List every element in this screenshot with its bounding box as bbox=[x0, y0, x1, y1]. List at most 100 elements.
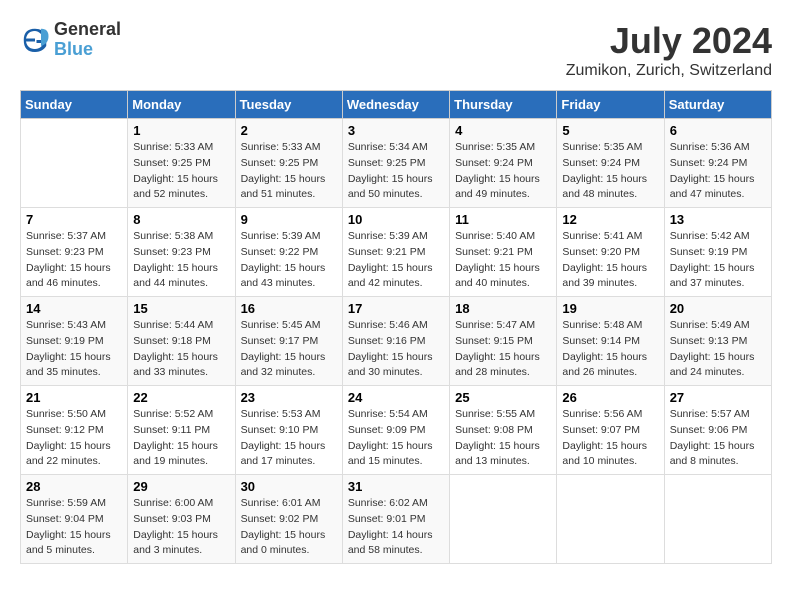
weekday-header: Friday bbox=[557, 91, 664, 119]
day-number: 31 bbox=[348, 479, 444, 494]
day-number: 19 bbox=[562, 301, 658, 316]
day-info: Sunrise: 5:40 AMSunset: 9:21 PMDaylight:… bbox=[455, 230, 540, 289]
day-number: 25 bbox=[455, 390, 551, 405]
day-info: Sunrise: 5:39 AMSunset: 9:22 PMDaylight:… bbox=[241, 230, 326, 289]
day-info: Sunrise: 5:36 AMSunset: 9:24 PMDaylight:… bbox=[670, 141, 755, 200]
calendar-week-row: 14 Sunrise: 5:43 AMSunset: 9:19 PMDaylig… bbox=[21, 297, 772, 386]
calendar-cell: 22 Sunrise: 5:52 AMSunset: 9:11 PMDaylig… bbox=[128, 386, 235, 475]
location: Zumikon, Zurich, Switzerland bbox=[566, 62, 772, 80]
calendar-cell: 20 Sunrise: 5:49 AMSunset: 9:13 PMDaylig… bbox=[664, 297, 771, 386]
calendar-cell bbox=[664, 475, 771, 564]
day-info: Sunrise: 6:00 AMSunset: 9:03 PMDaylight:… bbox=[133, 497, 218, 556]
calendar-cell bbox=[450, 475, 557, 564]
calendar-cell: 11 Sunrise: 5:40 AMSunset: 9:21 PMDaylig… bbox=[450, 208, 557, 297]
day-number: 22 bbox=[133, 390, 229, 405]
day-number: 12 bbox=[562, 212, 658, 227]
day-info: Sunrise: 5:59 AMSunset: 9:04 PMDaylight:… bbox=[26, 497, 111, 556]
calendar-cell: 15 Sunrise: 5:44 AMSunset: 9:18 PMDaylig… bbox=[128, 297, 235, 386]
day-info: Sunrise: 6:01 AMSunset: 9:02 PMDaylight:… bbox=[241, 497, 326, 556]
day-number: 11 bbox=[455, 212, 551, 227]
calendar-cell: 16 Sunrise: 5:45 AMSunset: 9:17 PMDaylig… bbox=[235, 297, 342, 386]
day-info: Sunrise: 6:02 AMSunset: 9:01 PMDaylight:… bbox=[348, 497, 433, 556]
day-info: Sunrise: 5:42 AMSunset: 9:19 PMDaylight:… bbox=[670, 230, 755, 289]
logo-icon bbox=[20, 25, 50, 55]
day-number: 2 bbox=[241, 123, 337, 138]
calendar-cell: 8 Sunrise: 5:38 AMSunset: 9:23 PMDayligh… bbox=[128, 208, 235, 297]
calendar-cell: 18 Sunrise: 5:47 AMSunset: 9:15 PMDaylig… bbox=[450, 297, 557, 386]
day-info: Sunrise: 5:57 AMSunset: 9:06 PMDaylight:… bbox=[670, 408, 755, 467]
calendar-cell: 31 Sunrise: 6:02 AMSunset: 9:01 PMDaylig… bbox=[342, 475, 449, 564]
calendar-cell: 4 Sunrise: 5:35 AMSunset: 9:24 PMDayligh… bbox=[450, 119, 557, 208]
header-row: SundayMondayTuesdayWednesdayThursdayFrid… bbox=[21, 91, 772, 119]
calendar-cell: 2 Sunrise: 5:33 AMSunset: 9:25 PMDayligh… bbox=[235, 119, 342, 208]
calendar-cell: 1 Sunrise: 5:33 AMSunset: 9:25 PMDayligh… bbox=[128, 119, 235, 208]
calendar-cell: 29 Sunrise: 6:00 AMSunset: 9:03 PMDaylig… bbox=[128, 475, 235, 564]
title-block: July 2024 Zumikon, Zurich, Switzerland bbox=[566, 20, 772, 80]
day-info: Sunrise: 5:41 AMSunset: 9:20 PMDaylight:… bbox=[562, 230, 647, 289]
day-number: 8 bbox=[133, 212, 229, 227]
calendar-week-row: 21 Sunrise: 5:50 AMSunset: 9:12 PMDaylig… bbox=[21, 386, 772, 475]
day-number: 18 bbox=[455, 301, 551, 316]
day-info: Sunrise: 5:33 AMSunset: 9:25 PMDaylight:… bbox=[241, 141, 326, 200]
day-number: 14 bbox=[26, 301, 122, 316]
calendar-cell: 30 Sunrise: 6:01 AMSunset: 9:02 PMDaylig… bbox=[235, 475, 342, 564]
day-number: 30 bbox=[241, 479, 337, 494]
calendar-table: SundayMondayTuesdayWednesdayThursdayFrid… bbox=[20, 90, 772, 564]
day-info: Sunrise: 5:46 AMSunset: 9:16 PMDaylight:… bbox=[348, 319, 433, 378]
calendar-week-row: 7 Sunrise: 5:37 AMSunset: 9:23 PMDayligh… bbox=[21, 208, 772, 297]
weekday-header: Tuesday bbox=[235, 91, 342, 119]
day-number: 5 bbox=[562, 123, 658, 138]
logo-text: General Blue bbox=[54, 20, 121, 60]
day-number: 21 bbox=[26, 390, 122, 405]
calendar-cell: 24 Sunrise: 5:54 AMSunset: 9:09 PMDaylig… bbox=[342, 386, 449, 475]
calendar-cell: 26 Sunrise: 5:56 AMSunset: 9:07 PMDaylig… bbox=[557, 386, 664, 475]
calendar-cell: 25 Sunrise: 5:55 AMSunset: 9:08 PMDaylig… bbox=[450, 386, 557, 475]
day-info: Sunrise: 5:34 AMSunset: 9:25 PMDaylight:… bbox=[348, 141, 433, 200]
weekday-header: Monday bbox=[128, 91, 235, 119]
day-number: 1 bbox=[133, 123, 229, 138]
weekday-header: Thursday bbox=[450, 91, 557, 119]
day-number: 4 bbox=[455, 123, 551, 138]
day-number: 20 bbox=[670, 301, 766, 316]
calendar-cell: 17 Sunrise: 5:46 AMSunset: 9:16 PMDaylig… bbox=[342, 297, 449, 386]
day-info: Sunrise: 5:50 AMSunset: 9:12 PMDaylight:… bbox=[26, 408, 111, 467]
day-number: 23 bbox=[241, 390, 337, 405]
day-info: Sunrise: 5:44 AMSunset: 9:18 PMDaylight:… bbox=[133, 319, 218, 378]
day-info: Sunrise: 5:37 AMSunset: 9:23 PMDaylight:… bbox=[26, 230, 111, 289]
day-info: Sunrise: 5:55 AMSunset: 9:08 PMDaylight:… bbox=[455, 408, 540, 467]
calendar-week-row: 28 Sunrise: 5:59 AMSunset: 9:04 PMDaylig… bbox=[21, 475, 772, 564]
day-info: Sunrise: 5:49 AMSunset: 9:13 PMDaylight:… bbox=[670, 319, 755, 378]
day-number: 17 bbox=[348, 301, 444, 316]
calendar-cell: 27 Sunrise: 5:57 AMSunset: 9:06 PMDaylig… bbox=[664, 386, 771, 475]
day-number: 29 bbox=[133, 479, 229, 494]
day-number: 13 bbox=[670, 212, 766, 227]
calendar-body: 1 Sunrise: 5:33 AMSunset: 9:25 PMDayligh… bbox=[21, 119, 772, 564]
weekday-header: Saturday bbox=[664, 91, 771, 119]
calendar-cell: 5 Sunrise: 5:35 AMSunset: 9:24 PMDayligh… bbox=[557, 119, 664, 208]
calendar-week-row: 1 Sunrise: 5:33 AMSunset: 9:25 PMDayligh… bbox=[21, 119, 772, 208]
day-number: 10 bbox=[348, 212, 444, 227]
calendar-cell bbox=[21, 119, 128, 208]
calendar-cell: 14 Sunrise: 5:43 AMSunset: 9:19 PMDaylig… bbox=[21, 297, 128, 386]
day-info: Sunrise: 5:35 AMSunset: 9:24 PMDaylight:… bbox=[562, 141, 647, 200]
day-info: Sunrise: 5:47 AMSunset: 9:15 PMDaylight:… bbox=[455, 319, 540, 378]
month-year: July 2024 bbox=[566, 20, 772, 62]
day-number: 6 bbox=[670, 123, 766, 138]
calendar-cell: 21 Sunrise: 5:50 AMSunset: 9:12 PMDaylig… bbox=[21, 386, 128, 475]
calendar-cell: 3 Sunrise: 5:34 AMSunset: 9:25 PMDayligh… bbox=[342, 119, 449, 208]
calendar-cell: 23 Sunrise: 5:53 AMSunset: 9:10 PMDaylig… bbox=[235, 386, 342, 475]
day-info: Sunrise: 5:38 AMSunset: 9:23 PMDaylight:… bbox=[133, 230, 218, 289]
day-info: Sunrise: 5:56 AMSunset: 9:07 PMDaylight:… bbox=[562, 408, 647, 467]
calendar-cell: 12 Sunrise: 5:41 AMSunset: 9:20 PMDaylig… bbox=[557, 208, 664, 297]
calendar-header: SundayMondayTuesdayWednesdayThursdayFrid… bbox=[21, 91, 772, 119]
day-info: Sunrise: 5:52 AMSunset: 9:11 PMDaylight:… bbox=[133, 408, 218, 467]
day-number: 16 bbox=[241, 301, 337, 316]
day-info: Sunrise: 5:54 AMSunset: 9:09 PMDaylight:… bbox=[348, 408, 433, 467]
day-number: 7 bbox=[26, 212, 122, 227]
calendar-cell: 9 Sunrise: 5:39 AMSunset: 9:22 PMDayligh… bbox=[235, 208, 342, 297]
logo: General Blue bbox=[20, 20, 121, 60]
calendar-cell: 13 Sunrise: 5:42 AMSunset: 9:19 PMDaylig… bbox=[664, 208, 771, 297]
day-number: 28 bbox=[26, 479, 122, 494]
calendar-cell: 10 Sunrise: 5:39 AMSunset: 9:21 PMDaylig… bbox=[342, 208, 449, 297]
day-number: 3 bbox=[348, 123, 444, 138]
